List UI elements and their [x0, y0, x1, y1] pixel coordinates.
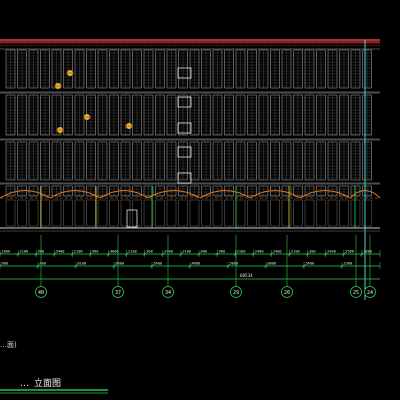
- storefront-panel: [155, 199, 165, 227]
- axis-label: 24: [367, 290, 373, 296]
- storefront-panel: [281, 199, 292, 227]
- stair-window-1: [177, 67, 192, 79]
- storefront-panel: [339, 199, 349, 227]
- dim-label: 2100: [237, 250, 246, 254]
- partial-note: …面): [0, 341, 17, 349]
- cad-elevation-drawing: 1800 2100 900 5400 2100 900 4800 2100 300 2400 210…: [0, 39, 381, 394]
- drawing-title-prefix: …: [20, 379, 29, 389]
- storefront-panel: [293, 199, 303, 227]
- roof: [0, 39, 380, 46]
- dim-label: 5600: [306, 262, 315, 266]
- dim-label: 400: [40, 262, 47, 266]
- storefront-panel: [235, 199, 246, 227]
- dim-label: 8100: [78, 262, 87, 266]
- dim-label: 900: [92, 250, 99, 254]
- storefront-panel: [166, 199, 177, 227]
- dim-label: 2400: [327, 250, 336, 254]
- dim-label: 2400: [164, 250, 173, 254]
- dim-label: 4800: [192, 262, 201, 266]
- dim-label: 5400: [56, 250, 65, 254]
- dim-label: 2400: [273, 250, 282, 254]
- drawing-title-text: 立面图: [34, 377, 61, 389]
- storefront-panel: [350, 199, 361, 227]
- storefront-panel: [316, 199, 326, 227]
- dim-label: 8400: [116, 262, 125, 266]
- dim-label: 2400: [255, 250, 264, 254]
- storefront-panel: [17, 199, 27, 227]
- axis-label: 25: [353, 290, 359, 296]
- arch-3: [147, 190, 201, 199]
- overall-dimension-label: 60534: [240, 273, 253, 278]
- storefront-panel: [362, 199, 372, 227]
- dim-label: 2100: [291, 250, 300, 254]
- axis-label: 34: [165, 290, 171, 296]
- dim-label: 2100: [74, 250, 83, 254]
- dim-label: 4800: [110, 250, 119, 254]
- storefront-panel: [201, 199, 211, 227]
- storefront-panel: [270, 199, 280, 227]
- storefront-panel: [86, 199, 96, 227]
- dim-label: 300: [146, 250, 153, 254]
- stair-window-2: [177, 96, 192, 108]
- storefront-panel: [97, 199, 108, 227]
- dim-label: 900: [2, 262, 9, 266]
- ground-door: [126, 209, 138, 228]
- arch-6: [299, 190, 351, 199]
- dim-label: 1800: [363, 250, 372, 254]
- dim-label: 5600: [154, 262, 163, 266]
- dim-label: 900: [201, 250, 208, 254]
- storefront-panel: [51, 199, 62, 227]
- dim-label: 900: [219, 250, 226, 254]
- storefront-panel: [304, 199, 315, 227]
- dim-label: 2500: [345, 250, 354, 254]
- dim-label: 300: [309, 250, 316, 254]
- storefront-panel: [327, 199, 338, 227]
- dimension-row-1: 1800 2100 900 5400 2100 900 4800 2100 300 2400 210…: [0, 250, 381, 257]
- arch-0: [0, 190, 51, 199]
- axis-label: 37: [115, 290, 121, 296]
- dim-label: 5800: [230, 262, 239, 266]
- dim-label: 2100: [20, 250, 29, 254]
- storefront-panel: [74, 199, 85, 227]
- storefront-panel: [120, 199, 131, 227]
- storefront-panel: [40, 199, 50, 227]
- stair-window-4: [177, 146, 192, 158]
- storefront-panel: [247, 199, 257, 227]
- dimension-overall: 60534: [0, 273, 380, 280]
- storefront-panel: [189, 199, 200, 227]
- axis-label: 29: [233, 290, 239, 296]
- storefront-panel: [109, 199, 119, 227]
- storefront-panel: [28, 199, 39, 227]
- dim-label: 1800: [2, 250, 11, 254]
- dimension-row-2: 900 400 8100 8400 5600 4800 5800 8000 5600 1900: [0, 262, 381, 269]
- storefront-panel: [178, 199, 188, 227]
- dim-label: 8000: [268, 262, 277, 266]
- dim-label: 2100: [182, 250, 191, 254]
- storefront-panel: [5, 199, 16, 227]
- dim-label: 1900: [344, 262, 353, 266]
- storefront-panel: [224, 199, 234, 227]
- stair-column: [177, 67, 192, 184]
- storefront-panel: [63, 199, 73, 227]
- dim-label: 2100: [128, 250, 137, 254]
- storefront-panel: [258, 199, 269, 227]
- storefront-panel: [212, 199, 223, 227]
- axis-label: 26: [284, 290, 290, 296]
- axis-label: 40: [38, 290, 44, 296]
- drawing-title: … 立面图: [0, 377, 108, 394]
- arch-4: [199, 190, 251, 199]
